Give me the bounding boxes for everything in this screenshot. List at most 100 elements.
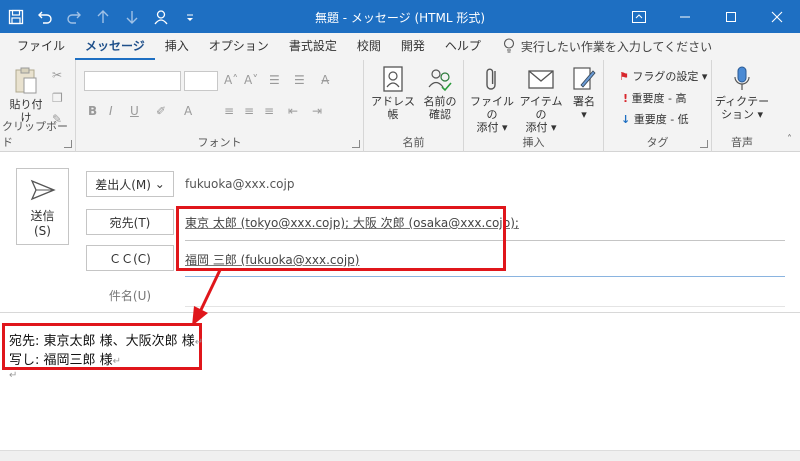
paste-button[interactable]: 貼り付け: [6, 66, 46, 124]
align-left-icon[interactable]: ≡: [224, 104, 234, 118]
paragraph-mark-icon: ↵: [194, 337, 204, 348]
check-names-button[interactable]: 名前の 確認: [418, 65, 462, 121]
insert-group-label: 挿入: [522, 136, 545, 149]
underline-icon[interactable]: U: [130, 104, 139, 118]
tags-launcher-icon[interactable]: [700, 140, 708, 148]
send-button[interactable]: 送信 (S): [16, 168, 69, 245]
italic-icon[interactable]: I: [109, 104, 113, 118]
cut-icon[interactable]: ✂: [52, 68, 62, 82]
body-line-3[interactable]: ↵: [9, 367, 17, 382]
send-label: 送信 (S): [17, 209, 68, 239]
header-divider: [0, 312, 800, 313]
tell-me-box[interactable]: 実行したい作業を入力してください: [491, 37, 713, 56]
names-group: アドレス帳 名前の 確認 名前: [364, 60, 464, 152]
to-button-label: 宛先(T): [109, 215, 151, 230]
minimize-icon[interactable]: [662, 0, 708, 33]
envelope-icon: [528, 70, 554, 89]
ribbon-display-options-icon[interactable]: [616, 0, 662, 33]
attach-file-button[interactable]: ファイルの 添付 ▾: [468, 65, 516, 134]
close-icon[interactable]: [754, 0, 800, 33]
insert-group: ファイルの 添付 ▾ アイテムの 添付 ▾ 署名 ▾ 挿入: [464, 60, 604, 152]
from-button[interactable]: 差出人(M) ⌄: [86, 171, 174, 197]
follow-up-button[interactable]: ⚑ フラグの設定 ▾: [619, 68, 707, 84]
signature-label: 署名: [573, 95, 595, 108]
collapse-ribbon-icon[interactable]: ˄: [787, 134, 792, 145]
font-size-combo[interactable]: [184, 71, 218, 91]
tab-developer[interactable]: 開発: [391, 33, 435, 60]
tab-help[interactable]: ヘルプ: [435, 33, 491, 60]
attach-file-label-1: ファイルの: [470, 95, 514, 121]
numbering-icon[interactable]: ☰: [294, 73, 305, 87]
ribbon-tabs: ファイル メッセージ 挿入 オプション 書式設定 校閲 開発 ヘルプ 実行したい…: [0, 33, 800, 60]
tags-group-label: タグ: [646, 136, 669, 149]
font-color-icon[interactable]: A: [184, 104, 192, 118]
align-right-icon[interactable]: ≡: [264, 104, 274, 118]
subject-field[interactable]: [185, 306, 785, 307]
grow-font-icon[interactable]: A˄: [224, 73, 238, 87]
tab-message[interactable]: メッセージ: [75, 33, 155, 60]
ribbon: 貼り付け ✂ ❐ ✎ クリップボード A˄ A˅ ☰ ☰ A̶ B I U ✐ …: [0, 60, 800, 152]
high-importance-icon: !: [623, 92, 629, 105]
check-names-icon: [428, 69, 452, 92]
signature-button[interactable]: 署名 ▾: [566, 65, 602, 121]
high-importance-label: 重要度 - 高: [631, 92, 687, 105]
address-book-label: アドレス帳: [371, 95, 415, 121]
address-book-button[interactable]: アドレス帳: [368, 65, 418, 121]
names-group-label: 名前: [402, 136, 425, 149]
dictate-label-1: ディクテー: [714, 95, 770, 108]
annotation-arrow-icon: [192, 269, 222, 326]
to-button[interactable]: 宛先(T): [86, 209, 174, 235]
clipboard-group: 貼り付け ✂ ❐ ✎ クリップボード: [0, 60, 76, 152]
maximize-icon[interactable]: [708, 0, 754, 33]
body-line-2[interactable]: 写し: 福岡三郎 様↵: [9, 349, 121, 368]
font-group: A˄ A˅ ☰ ☰ A̶ B I U ✐ A ≡ ≡ ≡ ⇤ ⇥ フォント: [76, 60, 364, 152]
check-names-label-1: 名前の: [423, 95, 457, 108]
low-importance-label: 重要度 - 低: [633, 113, 689, 126]
tab-format-text[interactable]: 書式設定: [279, 33, 347, 60]
cc-button[interactable]: ＣＣ(C): [86, 245, 174, 271]
chevron-down-icon: ⌄: [154, 177, 165, 191]
attach-item-label-2: 添付: [525, 121, 548, 134]
align-center-icon[interactable]: ≡: [244, 104, 254, 118]
increase-indent-icon[interactable]: ⇥: [312, 104, 322, 118]
flag-icon: ⚑: [619, 70, 629, 83]
body-line-1-text: 宛先: 東京太郎 様、大阪次郎 様: [9, 334, 195, 349]
bold-icon[interactable]: B: [88, 104, 97, 118]
highlight-icon[interactable]: ✐: [156, 104, 166, 118]
voice-group-label: 音声: [731, 136, 753, 149]
send-icon: [30, 179, 56, 201]
font-name-combo[interactable]: [84, 71, 181, 91]
tab-review[interactable]: 校閲: [347, 33, 391, 60]
shrink-font-icon[interactable]: A˅: [244, 73, 258, 87]
paragraph-mark-icon: ↵: [112, 356, 122, 367]
bullets-icon[interactable]: ☰: [269, 73, 280, 87]
paperclip-icon: [486, 68, 496, 90]
tab-file[interactable]: ファイル: [7, 33, 75, 60]
tell-me-label: 実行したい作業を入力してください: [520, 40, 713, 54]
tab-insert[interactable]: 挿入: [155, 33, 199, 60]
copy-icon[interactable]: ❐: [52, 91, 63, 105]
font-launcher-icon[interactable]: [352, 140, 360, 148]
cc-field-underline: [185, 276, 785, 277]
clipboard-launcher-icon[interactable]: [64, 140, 72, 148]
check-names-label-2: 確認: [429, 108, 451, 121]
title-bar: 無題 - メッセージ (HTML 形式): [0, 0, 800, 33]
horizontal-scrollbar[interactable]: [0, 450, 800, 461]
attach-item-button[interactable]: アイテムの 添付 ▾: [516, 65, 566, 134]
paragraph-mark-icon: ↵: [9, 370, 18, 381]
signature-icon: [573, 67, 596, 90]
voice-group: ディクテー ション ▾ 音声: [712, 60, 772, 152]
high-importance-button[interactable]: ! 重要度 - 高: [623, 90, 687, 106]
decrease-indent-icon[interactable]: ⇤: [288, 104, 298, 118]
subject-label: 件名(U): [108, 289, 152, 303]
from-value: fukuoka@xxx.cojp: [185, 177, 295, 191]
send-label-1: 送信: [30, 209, 55, 223]
tab-options[interactable]: オプション: [199, 33, 279, 60]
address-book-icon: [383, 66, 403, 92]
low-importance-button[interactable]: ↓ 重要度 - 低: [621, 111, 689, 127]
clear-formatting-icon[interactable]: A̶: [321, 73, 329, 87]
body-line-1[interactable]: 宛先: 東京太郎 様、大阪次郎 様↵: [9, 330, 203, 349]
from-button-label: 差出人(M): [95, 177, 151, 192]
dictate-button[interactable]: ディクテー ション ▾: [714, 65, 770, 121]
cc-button-label: ＣＣ(C): [109, 251, 151, 266]
